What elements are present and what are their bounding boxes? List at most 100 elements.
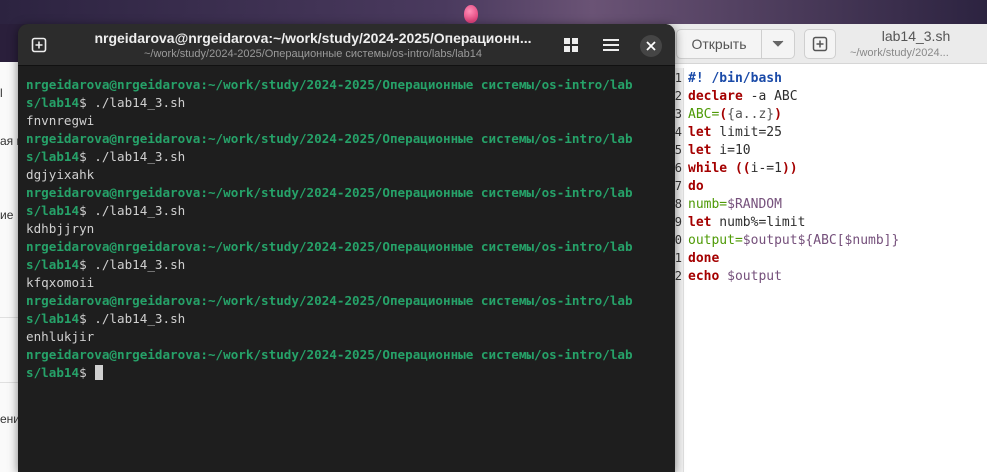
- code-token: echo: [688, 269, 720, 284]
- command-text: ./lab14_3.sh: [94, 149, 186, 164]
- code-token: -a ABC: [742, 89, 798, 104]
- command-text: ./lab14_3.sh: [94, 95, 186, 110]
- code-token: let: [688, 143, 712, 158]
- hamburger-icon: [603, 39, 619, 51]
- prompt-line: s/lab14$ ./lab14_3.sh: [26, 310, 666, 328]
- new-document-button[interactable]: [804, 29, 836, 59]
- terminal-subtitle: ~/work/study/2024-2025/Операционные сист…: [143, 48, 482, 60]
- prompt-symbol: $: [79, 203, 95, 218]
- document-title: lab14_3.sh: [881, 28, 951, 44]
- balloon-icon: [464, 5, 478, 23]
- code-line: 1 done: [666, 249, 987, 267]
- prompt-line: s/lab14$ ./lab14_3.sh: [26, 256, 666, 274]
- code-line: 2 echo $output: [666, 267, 987, 285]
- code-token: limit=25: [711, 125, 782, 140]
- code-text: declare -a ABC: [684, 89, 798, 104]
- prompt-path: s/lab14: [26, 95, 80, 110]
- code-line: 5 let i=10: [666, 141, 987, 159]
- output-line: enhlukjir: [26, 329, 95, 344]
- code-text: ABC=({a..z}): [684, 107, 782, 122]
- output-line: fnvnregwi: [26, 113, 95, 128]
- prompt-line: s/lab14$: [26, 364, 666, 382]
- code-token: (: [719, 107, 728, 122]
- code-text: #! /bin/bash: [684, 71, 782, 86]
- prompt-line: nrgeidarova@nrgeidarova:~/work/study/202…: [26, 292, 666, 310]
- chevron-down-icon: [772, 40, 784, 47]
- code-text: echo $output: [684, 269, 782, 284]
- output-line: kdhbjjryn: [26, 221, 95, 236]
- prompt-line: nrgeidarova@nrgeidarova:~/work/study/202…: [26, 130, 666, 148]
- code-line: 6 while ((i-=1)): [666, 159, 987, 177]
- grid-icon: [564, 38, 578, 52]
- editor-header-bar: Открыть lab14_3.sh ~/work/study/2024...: [666, 24, 987, 64]
- code-token: let: [688, 215, 712, 230]
- code-token: output=: [688, 233, 743, 248]
- command-text: ./lab14_3.sh: [94, 257, 186, 272]
- code-line: 4 let limit=25: [666, 123, 987, 141]
- left-window-text: ие: [0, 208, 14, 222]
- prompt-user: nrgeidarova@nrgeidarova: [26, 293, 201, 308]
- code-token: i-=1: [750, 161, 782, 176]
- code-line: 7 do: [666, 177, 987, 195]
- prompt-user: nrgeidarova@nrgeidarova: [26, 77, 201, 92]
- cursor: [95, 365, 104, 380]
- prompt-path: :~/work/study/2024-2025/Операционные сис…: [200, 239, 633, 254]
- prompt-line: nrgeidarova@nrgeidarova:~/work/study/202…: [26, 76, 666, 94]
- prompt-path: :~/work/study/2024-2025/Операционные сис…: [200, 347, 633, 362]
- prompt-line: s/lab14$ ./lab14_3.sh: [26, 148, 666, 166]
- output-line: dgjyixahk: [26, 167, 95, 182]
- open-menu-button[interactable]: [762, 29, 795, 59]
- prompt-user: nrgeidarova@nrgeidarova: [26, 239, 201, 254]
- prompt-path: :~/work/study/2024-2025/Операционные сис…: [200, 293, 633, 308]
- view-tabs-button[interactable]: [561, 35, 581, 55]
- code-text: let limit=25: [684, 125, 782, 140]
- main-menu-button[interactable]: [601, 35, 621, 55]
- code-token: #! /bin/bash: [688, 71, 782, 86]
- document-path: ~/work/study/2024...: [850, 47, 949, 59]
- prompt-line: s/lab14$ ./lab14_3.sh: [26, 94, 666, 112]
- terminal-output[interactable]: nrgeidarova@nrgeidarova:~/work/study/202…: [26, 76, 666, 382]
- code-text: output=$output${ABC[$numb]}: [684, 233, 899, 248]
- code-token: )): [781, 161, 798, 176]
- terminal-header-bar: nrgeidarova@nrgeidarova:~/work/study/202…: [18, 24, 675, 66]
- prompt-path: :~/work/study/2024-2025/Операционные сис…: [200, 131, 633, 146]
- prompt-line: s/lab14$ ./lab14_3.sh: [26, 202, 666, 220]
- prompt-path: s/lab14: [26, 311, 80, 326]
- code-text: let i=10: [684, 143, 751, 158]
- prompt-path: s/lab14: [26, 365, 80, 380]
- code-editor[interactable]: 1 #! /bin/bash 2 declare -a ABC 3 ABC=({a..z}…: [666, 69, 987, 285]
- prompt-symbol: $: [79, 257, 95, 272]
- open-button[interactable]: Открыть: [676, 29, 762, 59]
- close-button[interactable]: [640, 35, 662, 57]
- prompt-user: nrgeidarova@nrgeidarova: [26, 131, 201, 146]
- close-icon: [646, 41, 656, 51]
- prompt-line: nrgeidarova@nrgeidarova:~/work/study/202…: [26, 238, 666, 256]
- prompt-symbol: $: [79, 311, 95, 326]
- command-text: ./lab14_3.sh: [94, 203, 186, 218]
- code-token: {a..z}: [727, 107, 775, 122]
- code-token: $output${ABC[$numb]}: [742, 233, 900, 248]
- terminal-window: nrgeidarova@nrgeidarova:~/work/study/202…: [18, 24, 675, 472]
- code-token: numb%=limit: [711, 215, 806, 230]
- new-tab-button[interactable]: [28, 34, 50, 56]
- prompt-user: nrgeidarova@nrgeidarova: [26, 185, 201, 200]
- left-window-text: l: [0, 86, 3, 100]
- code-text: let numb%=limit: [684, 215, 805, 230]
- desktop-background: [0, 0, 987, 24]
- code-line: 8 numb=$RANDOM: [666, 195, 987, 213]
- prompt-line: nrgeidarova@nrgeidarova:~/work/study/202…: [26, 346, 666, 364]
- code-token: $RANDOM: [727, 197, 782, 212]
- prompt-path: s/lab14: [26, 203, 80, 218]
- code-line: 1 #! /bin/bash: [666, 69, 987, 87]
- code-text: done: [684, 251, 719, 266]
- output-line: kfqxomoii: [26, 275, 95, 290]
- code-text: do: [684, 179, 704, 194]
- prompt-line: nrgeidarova@nrgeidarova:~/work/study/202…: [26, 184, 666, 202]
- code-token: $output: [727, 269, 782, 284]
- code-token: ((: [727, 161, 751, 176]
- code-text: while ((i-=1)): [684, 161, 798, 176]
- code-token: ABC=: [688, 107, 720, 122]
- prompt-path: s/lab14: [26, 149, 80, 164]
- prompt-symbol: $: [79, 149, 95, 164]
